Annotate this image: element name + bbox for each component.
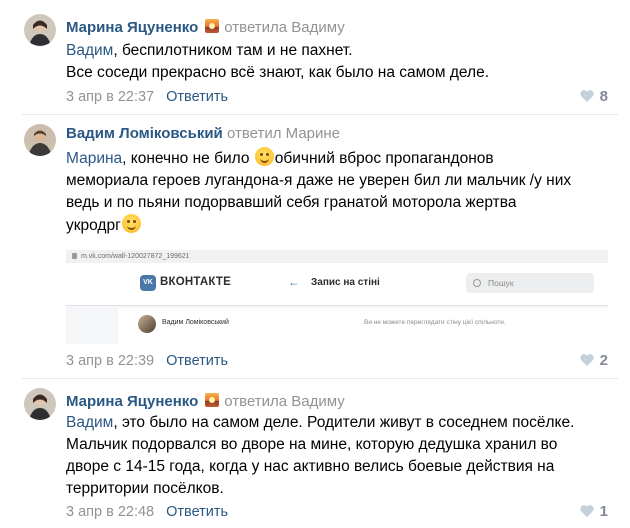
like-button[interactable]: 1: [579, 503, 608, 521]
screenshot-url-bar: m.vk.com/wall-120027872_199621: [66, 250, 608, 263]
like-count: 2: [599, 352, 608, 369]
lock-icon: [72, 253, 77, 259]
author-name[interactable]: Вадим Ломіковський: [66, 125, 223, 142]
comment-date[interactable]: 3 апр в 22:39: [66, 353, 154, 369]
comment-footer: 3 апр в 22:37 Ответить: [66, 88, 228, 106]
mention-link[interactable]: Вадим: [66, 414, 113, 431]
screenshot-title: Запис на стіні: [311, 277, 380, 288]
comment-footer: 3 апр в 22:39 Ответить: [66, 352, 228, 370]
reply-to-label[interactable]: ответила Вадиму: [224, 393, 345, 410]
screenshot-avatar: [138, 315, 156, 333]
mention-link[interactable]: Вадим: [66, 42, 113, 59]
divider: [22, 378, 618, 379]
smile-emoji-icon: [121, 214, 141, 233]
comment-date[interactable]: 3 апр в 22:37: [66, 89, 154, 105]
screenshot-brand: ВКОНТАКТЕ: [160, 276, 231, 288]
screenshot-header: VK ВКОНТАКТЕ ← Запис на стіні Пошук: [66, 263, 608, 306]
avatar-vadim[interactable]: [24, 124, 56, 156]
reply-to-label[interactable]: ответила Вадиму: [224, 19, 345, 36]
heart-icon: [579, 354, 594, 366]
sunset-emoji-icon: [205, 19, 220, 33]
back-arrow-icon: ←: [288, 275, 300, 289]
comment-text: Вадим, это было на самом деле. Родители …: [66, 414, 575, 497]
mention-link[interactable]: Марина: [66, 150, 122, 167]
avatar-marina[interactable]: [24, 14, 56, 46]
reply-button[interactable]: Ответить: [166, 353, 228, 369]
author-name[interactable]: Марина Яцуненко: [66, 19, 198, 36]
reply-button[interactable]: Ответить: [166, 504, 228, 520]
attached-screenshot[interactable]: m.vk.com/wall-120027872_199621 VK ВКОНТА…: [66, 250, 608, 344]
comment-footer: 3 апр в 22:48 Ответить: [66, 503, 228, 521]
like-count: 8: [599, 88, 608, 105]
like-count: 1: [599, 503, 608, 520]
comment-text: Вадим, беспилотником там и не пахнет. Вс…: [66, 42, 490, 81]
like-button[interactable]: 2: [579, 352, 608, 370]
screenshot-body: Вадим Ломіковський Ви не можете перегляд…: [118, 308, 608, 344]
reply-to-label[interactable]: ответил Марине: [227, 125, 340, 142]
comment-header: Марина Яцуненко ответила Вадиму: [66, 18, 345, 38]
screenshot-search: Пошук: [466, 273, 594, 293]
divider: [22, 114, 618, 115]
screenshot-user: Вадим Ломіковський: [162, 319, 229, 326]
avatar-marina[interactable]: [24, 388, 56, 420]
heart-icon: [579, 505, 594, 517]
reply-button[interactable]: Ответить: [166, 89, 228, 105]
like-button[interactable]: 8: [579, 88, 608, 106]
comment-header: Вадим Ломіковський ответил Марине: [66, 124, 340, 144]
screenshot-note: Ви не можете переглядати стіну цієї спіл…: [364, 319, 506, 326]
comment-text: Марина, конечно не било обичний вброс пр…: [66, 147, 611, 237]
sunset-emoji-icon: [205, 393, 220, 407]
comment-header: Марина Яцуненко ответила Вадиму: [66, 392, 345, 412]
search-icon: [473, 279, 481, 287]
vk-logo-icon: VK: [140, 275, 156, 291]
comment-date[interactable]: 3 апр в 22:48: [66, 504, 154, 520]
author-name[interactable]: Марина Яцуненко: [66, 393, 198, 410]
smile-emoji-icon: [254, 147, 274, 166]
heart-icon: [579, 90, 594, 102]
